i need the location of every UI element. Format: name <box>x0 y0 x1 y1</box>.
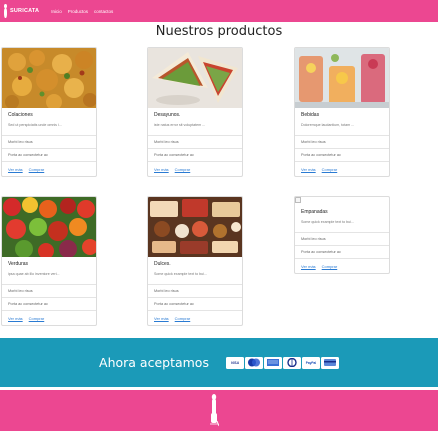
diners-club-icon <box>282 356 301 369</box>
card-title: Empanadas <box>301 209 328 215</box>
payment-banner: Ahora aceptamos VISA PayPal <box>0 338 438 387</box>
ver-mas-link[interactable]: Ver más <box>154 316 169 325</box>
product-image-desayunos <box>148 48 242 108</box>
list-item: Porta ac consectetur ac <box>2 149 96 162</box>
comprar-link[interactable]: Comprar <box>322 264 338 273</box>
card-text: Some quick example text to bui... <box>301 220 354 224</box>
meerkat-logo-icon <box>209 393 220 427</box>
card-title: Verduras <box>8 261 29 267</box>
product-card-colaciones: Colaciones Sed ut perspiciatis unde omni… <box>1 47 97 177</box>
brand-logo[interactable]: SURICATA <box>3 0 39 22</box>
list-item: Porta ac consectetur ac <box>148 149 242 162</box>
card-title: Bebidas <box>301 112 320 118</box>
comprar-link[interactable]: Comprar <box>29 316 45 325</box>
top-navbar: SURICATA Inicio Productos contactos <box>0 0 438 22</box>
card-title: Desayunos. <box>154 112 181 118</box>
brand-name: SURICATA <box>10 8 40 14</box>
product-image-dulces <box>148 197 242 257</box>
paypal-icon: PayPal <box>301 356 320 369</box>
product-image-colaciones <box>2 48 96 108</box>
product-card-dulces: Dulces. Some quick example text to bui..… <box>147 196 243 326</box>
nav-link-contactos[interactable]: contactos <box>94 9 113 14</box>
product-card-verduras: Verduras ipsa quae ab illo inventore ver… <box>1 196 97 326</box>
ver-mas-link[interactable]: Ver más <box>8 316 23 325</box>
product-card-desayunos: Desayunos. iste natus error sit voluptat… <box>147 47 243 177</box>
card-text: ipsa quae ab illo inventore veri... <box>8 272 60 276</box>
card-text: Some quick example text to bui... <box>154 272 207 276</box>
amex-icon <box>263 356 282 369</box>
product-card-empanadas: Empanadas Some quick example text to bui… <box>294 196 390 274</box>
mastercard-icon <box>244 356 263 369</box>
card-title: Dulces. <box>154 261 171 267</box>
list-item: Porta ac consectetur ac <box>2 298 96 311</box>
banner-text: Ahora aceptamos <box>99 355 209 370</box>
ver-mas-link[interactable]: Ver más <box>8 167 23 176</box>
list-item: Morbi leo risus <box>2 285 96 298</box>
product-image-verduras <box>2 197 96 257</box>
page-title: Nuestros productos <box>155 24 283 39</box>
meerkat-icon <box>3 3 8 19</box>
product-image-bebidas <box>295 48 389 108</box>
list-item: Morbi leo risus <box>148 136 242 149</box>
comprar-link[interactable]: Comprar <box>175 316 191 325</box>
ver-mas-link[interactable]: Ver más <box>154 167 169 176</box>
footer <box>0 390 438 431</box>
comprar-link[interactable]: Comprar <box>175 167 191 176</box>
list-item: Porta ac consectetur ac <box>295 246 389 259</box>
card-text: iste natus error sit voluptatem ... <box>154 123 206 127</box>
ver-mas-link[interactable]: Ver más <box>301 167 316 176</box>
card-text: Sed ut perspiciatis unde omnis i... <box>8 123 62 127</box>
list-item: Morbi leo risus <box>295 136 389 149</box>
list-item: Morbi leo risus <box>2 136 96 149</box>
broken-image-icon <box>295 197 389 205</box>
list-item: Morbi leo risus <box>148 285 242 298</box>
credit-card-icon <box>320 356 339 369</box>
nav-link-productos[interactable]: Productos <box>68 9 88 14</box>
list-item: Morbi leo risus <box>295 233 389 246</box>
nav-link-inicio[interactable]: Inicio <box>51 9 62 14</box>
payment-methods: VISA PayPal <box>225 356 339 369</box>
ver-mas-link[interactable]: Ver más <box>301 264 316 273</box>
nav-links: Inicio Productos contactos <box>51 9 113 14</box>
comprar-link[interactable]: Comprar <box>29 167 45 176</box>
card-text: Doloremque laudantium, totam ... <box>301 123 355 127</box>
visa-icon: VISA <box>225 356 244 369</box>
product-card-bebidas: Bebidas Doloremque laudantium, totam ...… <box>294 47 390 177</box>
list-item: Porta ac consectetur ac <box>295 149 389 162</box>
card-title: Colaciones <box>8 112 33 118</box>
list-item: Porta ac consectetur ac <box>148 298 242 311</box>
comprar-link[interactable]: Comprar <box>322 167 338 176</box>
